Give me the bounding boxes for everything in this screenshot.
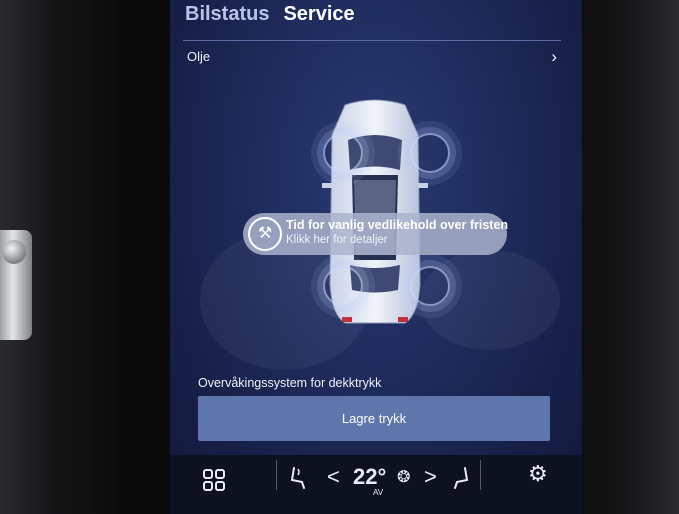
fan-mode-label: AV bbox=[373, 488, 384, 497]
tab-service[interactable]: Service bbox=[283, 3, 354, 26]
gear-icon[interactable]: ⚙ bbox=[528, 461, 548, 487]
tab-bar: Bilstatus Service bbox=[185, 3, 355, 26]
service-notification[interactable]: ⚒ Tid for vanlig vedlikehold over friste… bbox=[243, 213, 509, 255]
fan-icon[interactable]: ❂ bbox=[397, 467, 410, 487]
chevron-right-icon: › bbox=[551, 47, 557, 66]
temperature-display: 22° bbox=[353, 464, 387, 489]
home-grid-icon[interactable] bbox=[203, 469, 225, 491]
wrench-icon: ⚒ bbox=[248, 217, 282, 251]
tire-front-right-indicator bbox=[410, 133, 450, 173]
tire-rear-right-indicator bbox=[410, 266, 450, 306]
climate-bar: < 22° ❂ AV > ⚙ bbox=[170, 455, 582, 514]
seat-heat-left-icon[interactable] bbox=[288, 466, 308, 490]
tab-bilstatus[interactable]: Bilstatus bbox=[185, 3, 269, 26]
tire-rear-left-indicator bbox=[323, 266, 363, 306]
save-pressure-button[interactable]: Lagre trykk bbox=[198, 396, 550, 441]
notification-subtitle: Klikk her for detaljer bbox=[286, 234, 388, 246]
seat-heat-right-icon[interactable] bbox=[451, 466, 471, 490]
bar-divider bbox=[480, 460, 481, 490]
oil-row[interactable]: Olje › bbox=[183, 45, 561, 69]
tab-divider bbox=[183, 40, 561, 41]
bar-divider bbox=[276, 460, 277, 490]
volume-knob[interactable] bbox=[2, 240, 26, 264]
infotainment-screen: Bilstatus Service Olje › ⚒ Tid for vanli… bbox=[170, 0, 582, 514]
temp-up-button[interactable]: > bbox=[424, 464, 437, 490]
temp-down-button[interactable]: < bbox=[327, 464, 340, 490]
tire-front-left-indicator bbox=[323, 133, 363, 173]
tpms-label: Overvåkingssystem for dekktrykk bbox=[198, 376, 382, 390]
oil-label: Olje bbox=[187, 49, 211, 64]
notification-title: Tid for vanlig vedlikehold over fristen bbox=[286, 218, 509, 232]
